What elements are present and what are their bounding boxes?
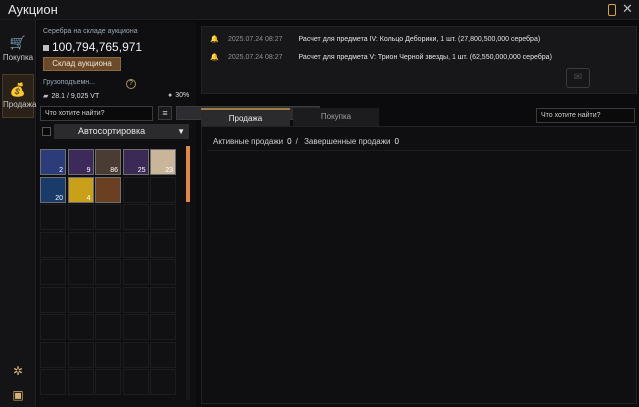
inventory-slot[interactable] [95, 259, 121, 285]
market-search-input[interactable]: Что хотите найти? [536, 108, 635, 123]
weight-value: ▰ 28.1 / 9,025 VT [43, 93, 100, 100]
inventory-slot[interactable] [150, 286, 176, 313]
sales-counts: Активные продажи 0/ Завершенные продажи 0 [213, 137, 399, 146]
inventory-item[interactable]: 23 [150, 149, 176, 175]
tab-buy[interactable]: Покупка [293, 108, 379, 126]
title-bar: Аукцион ✕ [0, 0, 639, 20]
sidebar-item-sell[interactable]: 💰 Продажа [2, 74, 37, 118]
inventory-slot[interactable] [150, 259, 176, 285]
inventory-slot[interactable] [40, 231, 66, 258]
inventory-slot[interactable] [40, 204, 66, 230]
inventory-slot[interactable] [150, 314, 176, 340]
inventory-slot[interactable] [95, 286, 121, 313]
inventory-slot[interactable] [95, 231, 121, 258]
notification-item: 🔔 2025.07.24 08:27 Расчет для предмета V: … [210, 54, 552, 61]
window-title: Аукцион [8, 2, 58, 17]
sidebar-item-label: Продажа [3, 100, 37, 109]
inventory-scrollbar[interactable] [186, 146, 190, 202]
autosort-checkbox[interactable] [42, 127, 51, 136]
item-count: 4 [86, 194, 91, 202]
inventory-slot[interactable] [150, 231, 176, 258]
inventory-slot[interactable] [67, 204, 94, 230]
inventory-item[interactable] [95, 176, 121, 203]
inventory-slot[interactable] [67, 259, 94, 285]
chevron-down-icon: ▼ [177, 127, 185, 136]
inventory-slot[interactable] [67, 286, 94, 313]
inventory-item[interactable]: 20 [40, 176, 66, 203]
close-icon[interactable]: ✕ [622, 1, 633, 17]
list-view-button[interactable]: ≡ [158, 106, 172, 120]
scroll-icon: ✉ [566, 68, 590, 88]
inventory-slot[interactable] [95, 204, 121, 230]
inventory-slot[interactable] [67, 231, 94, 258]
item-count: 9 [86, 167, 91, 174]
inventory-slot[interactable] [150, 204, 176, 230]
inventory-slot[interactable] [122, 231, 149, 258]
sidebar: 🛒 Покупка 💰 Продажа ✲ ▣ [0, 20, 36, 407]
chest-icon[interactable]: ▣ [10, 388, 26, 404]
inventory-slot[interactable] [40, 259, 66, 285]
item-count: 25 [137, 167, 146, 174]
inventory-slot[interactable] [40, 314, 66, 340]
inventory-slot[interactable] [40, 286, 66, 313]
weight-icon: ▰ [43, 93, 49, 100]
tree-icon[interactable]: ✲ [10, 364, 26, 380]
inventory-slot[interactable] [122, 369, 149, 395]
weight-percent: ● 30% [168, 92, 190, 99]
inventory-slot[interactable] [122, 314, 149, 340]
inventory-slot[interactable] [150, 369, 176, 395]
inventory-search-input[interactable]: Что хотите найти? [40, 106, 153, 121]
inventory-slot[interactable] [95, 314, 121, 340]
inventory-slot[interactable] [40, 341, 66, 368]
inventory-slot[interactable] [95, 369, 121, 395]
inventory-slot[interactable] [150, 341, 176, 368]
item-count: 23 [165, 167, 173, 174]
inventory-slot[interactable] [122, 259, 149, 285]
item-count: 2 [59, 167, 63, 174]
inventory-slot[interactable] [122, 286, 149, 313]
inventory-slot[interactable] [67, 369, 94, 395]
inventory-slot[interactable] [122, 204, 149, 230]
cart-icon: 🛒 [9, 35, 27, 50]
silhouette-icon: ● [168, 92, 173, 99]
inventory-slot[interactable] [122, 341, 149, 368]
bell-icon: 🔔 [210, 54, 219, 61]
inventory-item[interactable]: 9 [67, 149, 94, 175]
silver-coin-icon [43, 44, 49, 51]
inventory-item[interactable]: 86 [95, 149, 121, 175]
item-count: 86 [110, 167, 118, 174]
pin-icon[interactable] [608, 4, 616, 16]
autosort-dropdown[interactable]: Автосортировка ▼ [54, 124, 189, 139]
inventory-item[interactable]: 25 [122, 149, 149, 175]
inventory-slot[interactable] [40, 369, 66, 395]
sidebar-item-label: Покупка [2, 53, 34, 62]
inventory-slot[interactable] [95, 341, 121, 368]
notification-item: 🔔 2025.07.24 08:27 Расчет для предмета IV:… [210, 36, 541, 43]
inventory-item[interactable]: 4 [67, 176, 94, 203]
inventory-slot[interactable] [150, 176, 176, 203]
tab-sell[interactable]: Продажа [201, 108, 290, 126]
inventory-slot[interactable] [67, 341, 94, 368]
moneybag-icon: 💰 [9, 82, 27, 97]
silver-amount: 100,794,765,971 [43, 40, 142, 54]
warehouse-button[interactable]: Склад аукциона [43, 57, 121, 71]
weight-label: Грузоподъемн... [43, 79, 95, 86]
sales-content [201, 126, 637, 404]
inventory-slot[interactable] [122, 176, 149, 203]
bell-icon: 🔔 [210, 36, 219, 43]
silver-label: Серебра на складе аукциона [43, 28, 138, 35]
sidebar-item-buy[interactable]: 🛒 Покупка [2, 28, 34, 72]
inventory-grid: 2 9 86 25 23 20 4 [40, 149, 184, 401]
divider [207, 150, 632, 151]
inventory-slot[interactable] [67, 314, 94, 340]
inventory-item[interactable]: 2 [40, 149, 66, 175]
item-count: 20 [55, 194, 63, 202]
help-icon[interactable]: ? [126, 79, 136, 89]
